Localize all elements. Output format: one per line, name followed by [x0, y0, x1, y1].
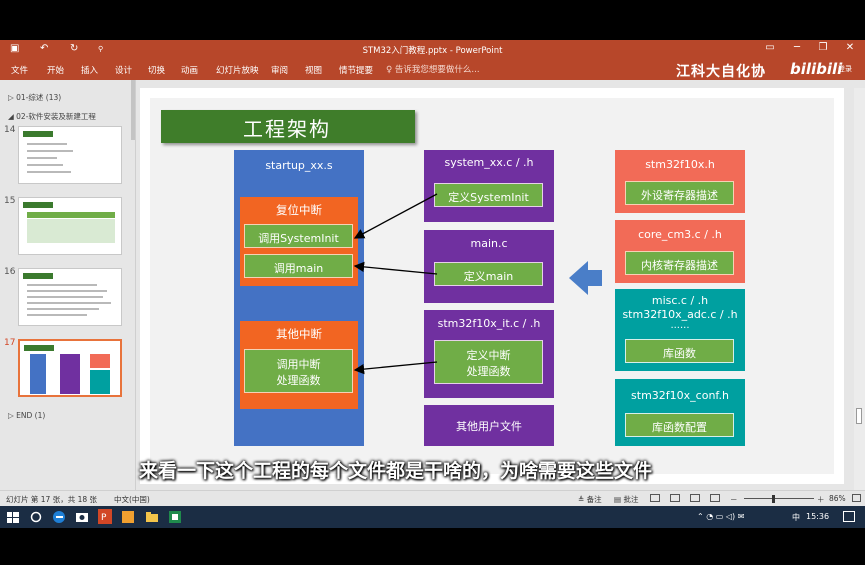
slideshow-view-icon[interactable] [710, 494, 720, 502]
notes-button[interactable]: ≜ 备注 [578, 494, 602, 505]
zoom-in-button[interactable]: ＋ [817, 494, 825, 505]
thumb-line [27, 143, 67, 145]
thumb-line [27, 171, 71, 173]
slide-thumbnail-panel: ▷ 01-综述 (13) ◢ 02-软件安装及新建工程 14 15 16 17 … [0, 80, 136, 490]
language-indicator[interactable]: 中文(中国) [114, 494, 150, 505]
minimize-button[interactable]: ─ [791, 42, 803, 54]
zoom-slider-thumb[interactable] [772, 495, 775, 503]
connector-layer [353, 193, 602, 375]
slide-number: 16 [4, 267, 16, 277]
thumb-block [60, 354, 80, 394]
search-icon[interactable] [29, 509, 43, 524]
arrow-main [353, 261, 438, 275]
tab-view[interactable]: 视图 [305, 64, 322, 76]
ribbon-tab-bar: 文件 开始 插入 设计 切换 动画 幻灯片放映 审阅 视图 情节提要 ♀ 告诉我… [0, 58, 865, 80]
slide-background: 工程架构 startup_xx.s 复位中断 调用SystemInit 调用ma… [150, 98, 834, 474]
powerpoint-window: ▣ ↶ ↻ ⚲ STM32入门教程.pptx - PowerPoint ▭ ─ … [0, 40, 865, 506]
thumb-line [27, 302, 111, 304]
login-link[interactable]: 登录 [838, 64, 852, 74]
slide-number: 14 [4, 125, 16, 135]
zoom-slider[interactable] [744, 498, 814, 499]
slide-thumbnail-15[interactable] [18, 197, 122, 255]
thumb-line [27, 284, 97, 286]
svg-text:P: P [101, 513, 107, 523]
video-subtitle: 来看一下这个工程的每个文件都是干啥的，为啥需要这些文件 [139, 460, 653, 482]
thumb-title-bar [23, 131, 53, 137]
comments-button[interactable]: ▤ 批注 [614, 494, 638, 505]
close-button[interactable]: ✕ [844, 42, 856, 54]
file-explorer-icon[interactable] [145, 509, 159, 524]
include-arrow-icon [569, 261, 602, 295]
windows-start-icon[interactable] [6, 509, 20, 524]
thumb-title-bar [23, 202, 53, 208]
section-software-install[interactable]: ◢ 02-软件安装及新建工程 [8, 111, 96, 122]
window-title: STM32入门教程.pptx - PowerPoint [362, 46, 503, 56]
tab-animations[interactable]: 动画 [181, 64, 198, 76]
camera-app-icon[interactable] [75, 509, 89, 524]
thumb-line [27, 314, 87, 316]
slide-thumbnail-16[interactable] [18, 268, 122, 326]
reading-view-icon[interactable] [690, 494, 700, 502]
restore-button[interactable]: ❐ [817, 42, 829, 54]
thumb-line [27, 164, 63, 166]
tab-insert[interactable]: 插入 [81, 64, 98, 76]
tell-me-search[interactable]: ♀ 告诉我您想要做什么... [386, 63, 480, 75]
tab-file[interactable]: 文件 [11, 64, 28, 76]
thumb-line [27, 308, 99, 310]
arrow-systeminit [353, 193, 438, 239]
system-tray-icons[interactable]: ⌃ ◔ ▭ ◁) ✉ [697, 512, 744, 521]
status-bar: 幻灯片 第 17 张，共 18 张 中文(中国) ≜ 备注 ▤ 批注 － ＋ 8… [0, 490, 865, 506]
panel-scrollbar[interactable] [131, 80, 135, 140]
notification-center-icon[interactable] [843, 511, 855, 522]
thumb-table-body [27, 219, 115, 243]
input-method-indicator[interactable]: 中 [792, 512, 800, 523]
channel-watermark: 江科大自化协 [676, 64, 766, 80]
thumb-line [27, 150, 73, 152]
tab-review[interactable]: 审阅 [271, 64, 288, 76]
taskbar-clock[interactable]: 15:36 [806, 512, 829, 521]
slide-number: 17 [4, 338, 16, 348]
section-end[interactable]: ▷ END (1) [8, 411, 45, 420]
screen: ▣ ↶ ↻ ⚲ STM32入门教程.pptx - PowerPoint ▭ ─ … [0, 0, 865, 565]
slide-number: 15 [4, 196, 16, 206]
normal-view-icon[interactable] [650, 494, 660, 502]
section-overview[interactable]: ▷ 01-综述 (13) [8, 92, 61, 103]
tab-transitions[interactable]: 切换 [148, 64, 165, 76]
thumb-title-bar [23, 273, 53, 279]
slide-count-status: 幻灯片 第 17 张，共 18 张 [6, 495, 98, 504]
bilibili-logo: bilibili [790, 60, 843, 78]
thumb-block [30, 354, 46, 394]
zoom-out-button[interactable]: － [730, 494, 738, 505]
title-bar: ▣ ↶ ↻ ⚲ STM32入门教程.pptx - PowerPoint ▭ ─ … [0, 40, 865, 58]
tab-slideshow[interactable]: 幻灯片放映 [216, 64, 259, 76]
edge-browser-icon[interactable] [52, 509, 66, 524]
thumb-line [27, 296, 103, 298]
zoom-level[interactable]: 86% [829, 494, 846, 503]
spreadsheet-app-icon[interactable] [168, 509, 182, 524]
slide-thumbnail-17-selected[interactable] [18, 339, 122, 397]
slide-canvas[interactable]: 工程架构 startup_xx.s 复位中断 调用SystemInit 调用ma… [140, 88, 844, 484]
fit-slide-icon[interactable] [852, 494, 861, 502]
thumb-table-header [27, 212, 115, 218]
app-icon-orange[interactable] [121, 509, 135, 524]
tab-design[interactable]: 设计 [115, 64, 132, 76]
arrow-handler [353, 361, 438, 375]
slide-thumbnail-14[interactable] [18, 126, 122, 184]
ribbon-display-options-icon[interactable]: ▭ [764, 42, 776, 54]
powerpoint-taskbar-icon[interactable]: P [98, 509, 112, 524]
slide-scrollbar[interactable] [854, 88, 865, 490]
thumb-line [27, 290, 107, 292]
tab-storyboard[interactable]: 情节提要 [339, 64, 373, 76]
thumb-line [27, 157, 57, 159]
thumb-title-bar [24, 345, 54, 351]
slide-scroll-thumb[interactable] [856, 408, 862, 424]
thumb-block [90, 354, 110, 368]
tab-home[interactable]: 开始 [47, 64, 64, 76]
thumb-block [90, 370, 110, 394]
slide-sorter-icon[interactable] [670, 494, 680, 502]
windows-taskbar: P ⌃ ◔ ▭ ◁) ✉ 中 15:36 [0, 506, 865, 528]
